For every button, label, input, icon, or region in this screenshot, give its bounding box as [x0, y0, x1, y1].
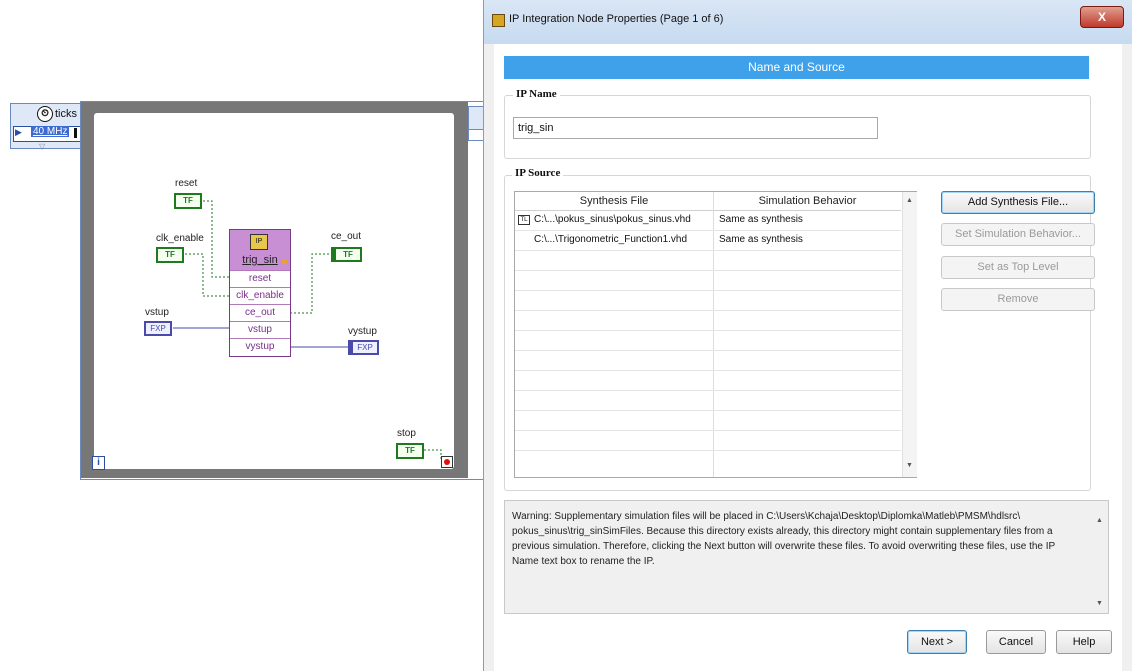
ip-integration-node[interactable]: IP trig_sin reset clk_enable ce_out vstu…	[229, 229, 291, 357]
scroll-up-icon[interactable]: ▲	[1096, 517, 1103, 524]
ip-node-icon: IP	[250, 234, 268, 250]
wire-clk-enable	[185, 253, 229, 297]
close-button[interactable]: X	[1080, 6, 1124, 28]
row-divider	[515, 270, 901, 271]
row-divider	[515, 450, 901, 451]
ip-source-group-title: IP Source	[512, 167, 564, 179]
dialog-title: IP Integration Node Properties (Page 1 o…	[509, 13, 724, 25]
clk-enable-label: clk_enable	[156, 233, 204, 244]
warning-scrollbar[interactable]: ▲ ▼	[1093, 501, 1107, 613]
stop-label: stop	[397, 428, 416, 439]
ip-node-terminal-vstup[interactable]: vstup	[230, 321, 290, 337]
synthesis-file-cell: C:\...\pokus_sinus\pokus_sinus.vhd	[534, 214, 691, 225]
vstup-label: vstup	[145, 307, 169, 318]
simulation-behavior-cell: Same as synthesis	[719, 214, 803, 225]
vystup-indicator[interactable]: FXP	[348, 340, 379, 355]
ip-name-input[interactable]: trig_sin	[513, 117, 878, 139]
row-divider	[515, 310, 901, 311]
dialog-titlebar[interactable]: IP Integration Node Properties (Page 1 o…	[484, 0, 1132, 44]
row-divider	[515, 430, 901, 431]
scroll-down-icon[interactable]: ▼	[1096, 600, 1103, 607]
vstup-control[interactable]: FXP	[144, 321, 172, 336]
warning-message: Warning: Supplementary simulation files …	[512, 511, 1056, 567]
ip-node-terminal-ce-out[interactable]: ce_out	[230, 304, 290, 320]
loop-condition-stop-icon[interactable]	[441, 456, 453, 468]
scroll-down-icon[interactable]: ▼	[906, 462, 913, 469]
ce-out-label: ce_out	[331, 231, 362, 242]
top-level-file-icon: TL	[518, 215, 533, 226]
add-synthesis-file-button[interactable]: Add Synthesis File...	[941, 191, 1095, 214]
ip-node-terminal-vystup[interactable]: vystup	[230, 338, 290, 354]
set-simulation-behavior-button[interactable]: Set Simulation Behavior...	[941, 223, 1095, 246]
table-scrollbar[interactable]: ▲ ▼	[902, 192, 917, 477]
column-header-synthesis-file[interactable]: Synthesis File	[515, 192, 713, 211]
set-as-top-level-button[interactable]: Set as Top Level	[941, 256, 1095, 279]
table-row[interactable]: C:\...\Trigonometric_Function1.vhd Same …	[515, 231, 901, 250]
warning-message-box[interactable]: Warning: Supplementary simulation files …	[504, 500, 1109, 614]
ip-node-terminal-reset[interactable]: reset	[230, 270, 290, 286]
synthesis-file-cell: C:\...\Trigonometric_Function1.vhd	[534, 234, 688, 245]
simulation-behavior-cell: Same as synthesis	[719, 234, 803, 245]
clk-enable-control[interactable]: TF	[156, 247, 184, 263]
row-divider	[515, 330, 901, 331]
row-divider	[515, 250, 901, 251]
synthesis-file-table[interactable]: Synthesis File Simulation Behavior TL C:…	[514, 191, 917, 478]
reset-control[interactable]: TF	[174, 193, 202, 209]
row-divider	[515, 390, 901, 391]
row-divider	[515, 410, 901, 411]
row-divider	[515, 370, 901, 371]
next-button[interactable]: Next >	[907, 630, 967, 654]
ip-name-group-title: IP Name	[513, 88, 560, 100]
ip-node-terminal-clk-enable[interactable]: clk_enable	[230, 287, 290, 303]
ip-node-header: IP trig_sin	[230, 230, 290, 270]
help-button[interactable]: Help	[1056, 630, 1112, 654]
reset-label: reset	[175, 178, 198, 189]
labview-app-icon	[492, 14, 505, 27]
ip-node-error-flag	[282, 259, 287, 264]
wire-reset	[203, 200, 229, 278]
ip-name-group: IP Name trig_sin	[504, 88, 1091, 159]
scroll-up-icon[interactable]: ▲	[906, 197, 913, 204]
row-divider	[515, 290, 901, 291]
table-row[interactable]: TL C:\...\pokus_sinus\pokus_sinus.vhd Sa…	[515, 211, 901, 230]
remove-button[interactable]: Remove	[941, 288, 1095, 311]
wire-ce-out	[290, 253, 331, 314]
ce-out-indicator[interactable]: TF	[331, 247, 362, 262]
page-banner: Name and Source	[504, 56, 1089, 79]
vystup-label: vystup	[348, 326, 377, 337]
cancel-button[interactable]: Cancel	[986, 630, 1046, 654]
stop-control[interactable]: TF	[396, 443, 424, 459]
ip-node-properties-dialog: IP Integration Node Properties (Page 1 o…	[483, 0, 1132, 671]
row-divider	[515, 350, 901, 351]
ip-node-title: trig_sin	[242, 254, 278, 266]
wire-stop	[424, 449, 442, 461]
block-diagram: ⏲ ticks ▶ 40 MHz ▽ i reset TF clk_enable…	[0, 0, 492, 671]
column-header-simulation-behavior[interactable]: Simulation Behavior	[714, 192, 901, 211]
